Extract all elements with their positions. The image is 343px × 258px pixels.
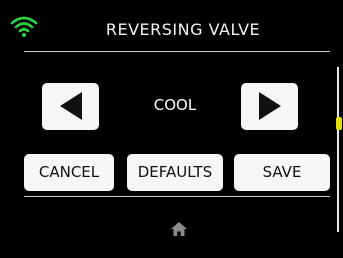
scrollbar-thumb[interactable] (336, 117, 342, 130)
next-option-button[interactable] (241, 83, 298, 130)
previous-option-button[interactable] (42, 83, 99, 130)
right-arrow-icon (259, 92, 281, 120)
reversing-valve-screen: REVERSING VALVE COOL CANCEL DEFAULTS SAV… (0, 0, 343, 258)
footer-divider (24, 196, 330, 197)
cancel-button[interactable]: CANCEL (24, 154, 114, 191)
left-arrow-icon (60, 92, 82, 120)
page-title: REVERSING VALVE (105, 20, 261, 39)
save-button[interactable]: SAVE (234, 154, 330, 191)
wifi-icon (10, 16, 38, 37)
selected-mode-value: COOL (153, 96, 197, 114)
header-divider (24, 51, 330, 52)
scrollbar-track[interactable] (337, 67, 339, 232)
home-icon[interactable] (170, 221, 188, 237)
defaults-button[interactable]: DEFAULTS (127, 154, 223, 191)
